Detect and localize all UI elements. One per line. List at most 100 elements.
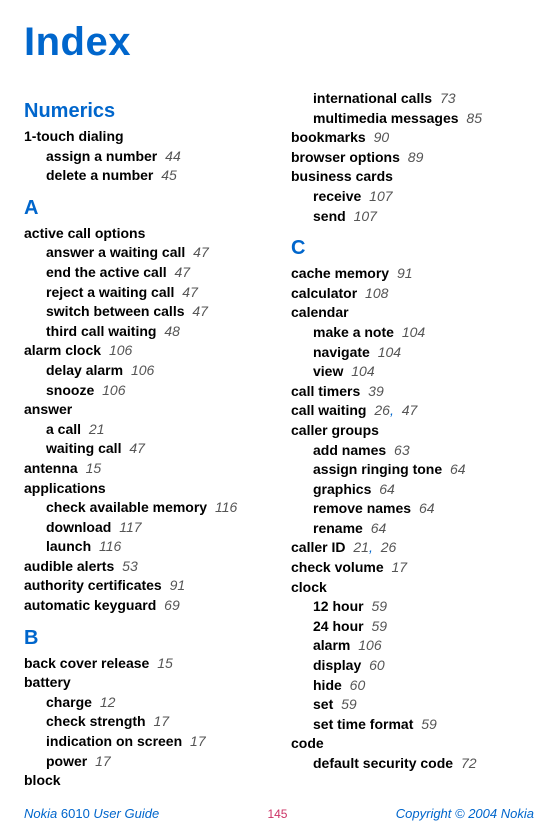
- page-ref[interactable]: 47: [402, 402, 418, 418]
- section-heading: A: [24, 194, 267, 222]
- page-ref[interactable]: 73: [440, 90, 456, 106]
- page-ref[interactable]: 104: [351, 363, 374, 379]
- page-ref[interactable]: 104: [402, 324, 425, 340]
- index-columns: Numerics1-touch dialingassign a number 4…: [24, 89, 534, 791]
- entry-label: 12 hour: [313, 598, 364, 614]
- page-ref[interactable]: 117: [119, 519, 141, 535]
- entry-label: make a note: [313, 324, 394, 340]
- page-ref[interactable]: 26: [381, 539, 397, 555]
- page-ref[interactable]: 17: [95, 753, 111, 769]
- index-subentry: graphics 64: [291, 480, 534, 500]
- index-entry: answer: [24, 400, 267, 420]
- page-ref[interactable]: 59: [371, 598, 387, 614]
- section-heading: C: [291, 234, 534, 262]
- entry-label: assign a number: [46, 148, 157, 164]
- page-ref[interactable]: 106: [109, 342, 132, 358]
- index-subentry: assign ringing tone 64: [291, 460, 534, 480]
- entry-label: active call options: [24, 225, 145, 241]
- page-ref[interactable]: 59: [341, 696, 357, 712]
- entry-label: authority certificates: [24, 577, 162, 593]
- index-subentry: snooze 106: [24, 381, 267, 401]
- entry-label: delay alarm: [46, 362, 123, 378]
- page-ref[interactable]: 59: [421, 716, 437, 732]
- page-ref[interactable]: 15: [86, 460, 102, 476]
- page-ref[interactable]: 15: [157, 655, 173, 671]
- entry-label: alarm: [313, 637, 350, 653]
- page-ref[interactable]: 26: [374, 402, 390, 418]
- entry-label: check available memory: [46, 499, 207, 515]
- index-entry: calculator 108: [291, 284, 534, 304]
- page-ref[interactable]: 91: [170, 577, 186, 593]
- index-subentry: international calls 73: [291, 89, 534, 109]
- section-heading: B: [24, 624, 267, 652]
- page-ref[interactable]: 107: [369, 188, 392, 204]
- page-ref-separator: ,: [369, 539, 373, 555]
- entry-label: graphics: [313, 481, 371, 497]
- index-subentry: launch 116: [24, 537, 267, 557]
- index-subentry: charge 12: [24, 693, 267, 713]
- page-ref[interactable]: 63: [394, 442, 410, 458]
- entry-label: download: [46, 519, 111, 535]
- page-ref[interactable]: 21: [353, 539, 369, 555]
- index-subentry: waiting call 47: [24, 439, 267, 459]
- page-ref-separator: ,: [390, 402, 394, 418]
- page-ref[interactable]: 106: [358, 637, 381, 653]
- page-ref[interactable]: 47: [193, 244, 209, 260]
- page-ref[interactable]: 12: [100, 694, 116, 710]
- page-ref[interactable]: 72: [461, 755, 477, 771]
- footer-guide: User Guide: [93, 806, 159, 821]
- entry-label: calculator: [291, 285, 357, 301]
- page-ref[interactable]: 90: [374, 129, 390, 145]
- index-entry: 1-touch dialing: [24, 127, 267, 147]
- page-ref[interactable]: 116: [99, 538, 121, 554]
- page-ref[interactable]: 60: [369, 657, 385, 673]
- entry-label: call timers: [291, 383, 360, 399]
- page-ref[interactable]: 44: [165, 148, 181, 164]
- page-ref[interactable]: 60: [350, 677, 366, 693]
- footer-page-number: 145: [267, 807, 287, 821]
- entry-label: waiting call: [46, 440, 121, 456]
- page-ref[interactable]: 106: [131, 362, 154, 378]
- page-ref[interactable]: 69: [164, 597, 180, 613]
- page-ref[interactable]: 108: [365, 285, 388, 301]
- page-ref[interactable]: 53: [122, 558, 138, 574]
- page-ref[interactable]: 47: [192, 303, 208, 319]
- index-entry: calendar: [291, 303, 534, 323]
- page-ref[interactable]: 91: [397, 265, 413, 281]
- page-ref[interactable]: 59: [371, 618, 387, 634]
- entry-label: alarm clock: [24, 342, 101, 358]
- page-ref[interactable]: 64: [379, 481, 395, 497]
- page-ref[interactable]: 17: [153, 713, 169, 729]
- index-subentry: delay alarm 106: [24, 361, 267, 381]
- page-ref[interactable]: 17: [190, 733, 206, 749]
- page-ref[interactable]: 21: [89, 421, 105, 437]
- index-entry: active call options: [24, 224, 267, 244]
- index-subentry: a call 21: [24, 420, 267, 440]
- page-ref[interactable]: 47: [129, 440, 145, 456]
- entry-label: caller ID: [291, 539, 345, 555]
- column-right: international calls 73multimedia message…: [279, 89, 534, 791]
- page-ref[interactable]: 64: [450, 461, 466, 477]
- page-ref[interactable]: 116: [215, 499, 237, 515]
- index-entry: caller groups: [291, 421, 534, 441]
- entry-label: multimedia messages: [313, 110, 459, 126]
- page-ref[interactable]: 107: [354, 208, 377, 224]
- page-ref[interactable]: 106: [102, 382, 125, 398]
- page-ref[interactable]: 17: [392, 559, 408, 575]
- entry-label: international calls: [313, 90, 432, 106]
- page-ref[interactable]: 85: [466, 110, 482, 126]
- index-entry: battery: [24, 673, 267, 693]
- page-ref[interactable]: 45: [161, 167, 177, 183]
- page-ref[interactable]: 48: [164, 323, 180, 339]
- page-ref[interactable]: 64: [419, 500, 435, 516]
- entry-label: caller groups: [291, 422, 379, 438]
- page-ref[interactable]: 39: [368, 383, 384, 399]
- index-subentry: display 60: [291, 656, 534, 676]
- page-ref[interactable]: 64: [371, 520, 387, 536]
- page-ref[interactable]: 89: [408, 149, 424, 165]
- page-ref[interactable]: 47: [175, 264, 191, 280]
- index-subentry: default security code 72: [291, 754, 534, 774]
- entry-label: third call waiting: [46, 323, 156, 339]
- page-ref[interactable]: 47: [182, 284, 198, 300]
- page-ref[interactable]: 104: [378, 344, 401, 360]
